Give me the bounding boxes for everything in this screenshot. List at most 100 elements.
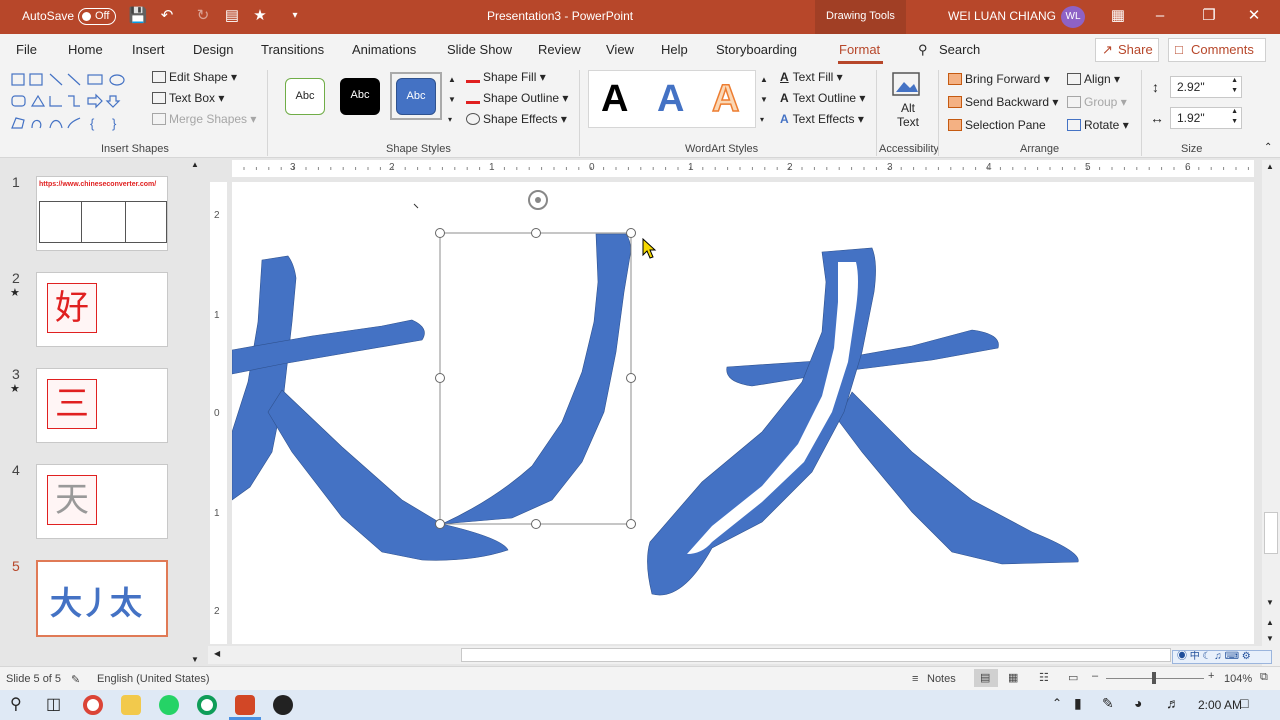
- next-slide-icon[interactable]: ▼: [1266, 634, 1274, 643]
- wordart-style-2[interactable]: A: [657, 78, 684, 121]
- group-button[interactable]: Group ▾: [1067, 95, 1127, 109]
- save-icon[interactable]: 💾: [128, 6, 148, 26]
- shape-outline-button[interactable]: Shape Outline ▾: [466, 91, 568, 105]
- bring-forward-button[interactable]: Bring Forward ▾: [948, 72, 1050, 86]
- avatar[interactable]: WL: [1061, 6, 1085, 28]
- undo-icon[interactable]: ↶: [157, 6, 177, 26]
- horizontal-scroll-thumb[interactable]: [461, 648, 1171, 662]
- scroll-left-icon[interactable]: ◀: [214, 649, 220, 658]
- language-indicator[interactable]: English (United States): [97, 673, 210, 685]
- tab-format[interactable]: Format: [839, 42, 880, 57]
- zoom-out-icon[interactable]: –: [1092, 670, 1098, 682]
- chrome-profile-icon[interactable]: [197, 695, 217, 715]
- wordart-scroll[interactable]: ▲ ▼ ▾: [760, 70, 768, 130]
- slide-show-icon[interactable]: ▭: [1068, 671, 1078, 684]
- slide-sorter-icon[interactable]: ▦: [1008, 671, 1018, 684]
- present-icon[interactable]: ▤: [222, 6, 242, 26]
- tab-slide-show[interactable]: Slide Show: [447, 42, 512, 57]
- share-button[interactable]: ↗ Share: [1095, 38, 1159, 62]
- wordart-style-3[interactable]: A: [711, 77, 740, 121]
- thumbnails-scrollbar[interactable]: ▲ ▼: [188, 160, 202, 664]
- text-box-button[interactable]: Text Box ▾: [152, 91, 224, 105]
- tab-view[interactable]: View: [606, 42, 634, 57]
- resize-handle[interactable]: [626, 519, 636, 529]
- right-char-falling-stroke[interactable]: [837, 391, 1079, 565]
- scroll-down-icon[interactable]: ▼: [1266, 598, 1274, 607]
- merge-shapes-button[interactable]: Merge Shapes ▾: [152, 112, 256, 126]
- shape-width-field[interactable]: 1.92" ▲ ▼: [1170, 107, 1242, 129]
- shape-fill-button[interactable]: Shape Fill ▾: [466, 70, 546, 84]
- notifications-icon[interactable]: □: [1240, 695, 1248, 711]
- selected-pie-stroke-shape[interactable]: [441, 233, 631, 525]
- resize-handle[interactable]: [435, 373, 445, 383]
- left-char-vertical-stroke[interactable]: [231, 255, 297, 501]
- send-backward-button[interactable]: Send Backward ▾: [948, 95, 1058, 109]
- tab-file[interactable]: File: [16, 42, 37, 57]
- battery-icon[interactable]: ▮: [1074, 695, 1082, 712]
- search-icon[interactable]: ⚲: [918, 42, 928, 58]
- notes-button[interactable]: Notes: [927, 673, 956, 685]
- reading-view-icon[interactable]: ☷: [1039, 671, 1049, 684]
- text-fill-button[interactable]: A Text Fill ▾: [780, 70, 843, 84]
- tab-review[interactable]: Review: [538, 42, 581, 57]
- fit-to-window-icon[interactable]: ⧉: [1260, 671, 1268, 684]
- spellcheck-icon[interactable]: ✎: [71, 673, 80, 686]
- horizontal-scrollbar[interactable]: ◀ ▶: [208, 646, 1262, 664]
- shape-effects-button[interactable]: Shape Effects ▾: [466, 112, 567, 126]
- chrome-icon[interactable]: [83, 695, 103, 715]
- previous-slide-icon[interactable]: ▲: [1266, 618, 1274, 627]
- clock[interactable]: 2:00 AM: [1198, 698, 1242, 712]
- user-name[interactable]: WEI LUAN CHIANG: [948, 9, 1056, 23]
- collapse-ribbon-icon[interactable]: ⌃: [1264, 142, 1272, 153]
- zoom-level[interactable]: 104%: [1224, 673, 1252, 685]
- slide-thumbnail-4[interactable]: 天: [36, 464, 168, 539]
- close-icon[interactable]: ✕: [1244, 6, 1264, 26]
- selection-pane-button[interactable]: Selection Pane: [948, 118, 1046, 132]
- left-char-falling-stroke[interactable]: [267, 389, 509, 561]
- tab-help[interactable]: Help: [661, 42, 688, 57]
- ribbon-display-icon[interactable]: ▦: [1108, 6, 1128, 26]
- notes-icon[interactable]: ≡: [912, 673, 918, 685]
- slide-canvas[interactable]: [231, 182, 1254, 644]
- search-icon[interactable]: ⚲: [10, 694, 22, 714]
- network-icon[interactable]: ◕: [1134, 695, 1142, 711]
- zoom-in-icon[interactable]: +: [1208, 670, 1214, 682]
- comments-button[interactable]: □ Comments: [1168, 38, 1266, 62]
- task-view-icon[interactable]: ◫: [46, 694, 61, 714]
- resize-handle[interactable]: [626, 373, 636, 383]
- shape-height-field[interactable]: 2.92" ▲ ▼: [1170, 76, 1242, 98]
- ime-toolbar[interactable]: ◉ 中 ☾ ♫ ⌨ ⚙: [1172, 650, 1272, 664]
- tab-storyboarding[interactable]: Storyboarding: [716, 42, 797, 57]
- slide-thumbnail-3[interactable]: 三: [36, 368, 168, 443]
- text-effects-button[interactable]: A Text Effects ▾: [780, 112, 864, 126]
- edit-shape-button[interactable]: Edit Shape ▾: [152, 70, 237, 84]
- rotate-button[interactable]: Rotate ▾: [1067, 118, 1129, 132]
- scroll-up-icon[interactable]: ▲: [1266, 162, 1274, 171]
- shape-style-preset-2[interactable]: Abc: [340, 78, 380, 115]
- shapes-gallery[interactable]: {}: [10, 72, 130, 134]
- align-button[interactable]: Align ▾: [1067, 72, 1120, 86]
- resize-handle[interactable]: [435, 519, 445, 529]
- search-box[interactable]: Search: [939, 42, 980, 57]
- zoom-slider-thumb[interactable]: [1152, 672, 1156, 684]
- restore-icon[interactable]: ❐: [1199, 6, 1219, 26]
- slide-thumbnail-5[interactable]: 大丿太: [36, 560, 168, 637]
- customize-toolbar-icon[interactable]: ▾: [285, 6, 305, 26]
- format-painter-icon[interactable]: ★: [250, 6, 270, 26]
- file-explorer-icon[interactable]: [121, 695, 141, 715]
- slide-thumbnail-1[interactable]: https://www.chineseconverter.com/: [36, 176, 168, 251]
- wordart-style-1[interactable]: A: [601, 78, 628, 121]
- tab-design[interactable]: Design: [193, 42, 233, 57]
- resize-handle[interactable]: [531, 519, 541, 529]
- tab-home[interactable]: Home: [68, 42, 103, 57]
- alt-text-button[interactable]: Alt Text: [892, 72, 924, 132]
- whatsapp-icon[interactable]: [159, 695, 179, 715]
- autosave-toggle[interactable]: Off: [78, 8, 116, 25]
- resize-handle[interactable]: [531, 228, 541, 238]
- vertical-scrollbar[interactable]: ▲ ▼ ▲ ▼: [1262, 160, 1280, 666]
- shape-style-preset-3[interactable]: Abc: [396, 78, 436, 115]
- volume-icon[interactable]: ♬: [1166, 695, 1180, 711]
- minimize-icon[interactable]: –: [1150, 6, 1170, 26]
- shape-styles-scroll[interactable]: ▲ ▼ ▾: [448, 70, 456, 130]
- show-hidden-icons[interactable]: ⌃: [1052, 696, 1062, 710]
